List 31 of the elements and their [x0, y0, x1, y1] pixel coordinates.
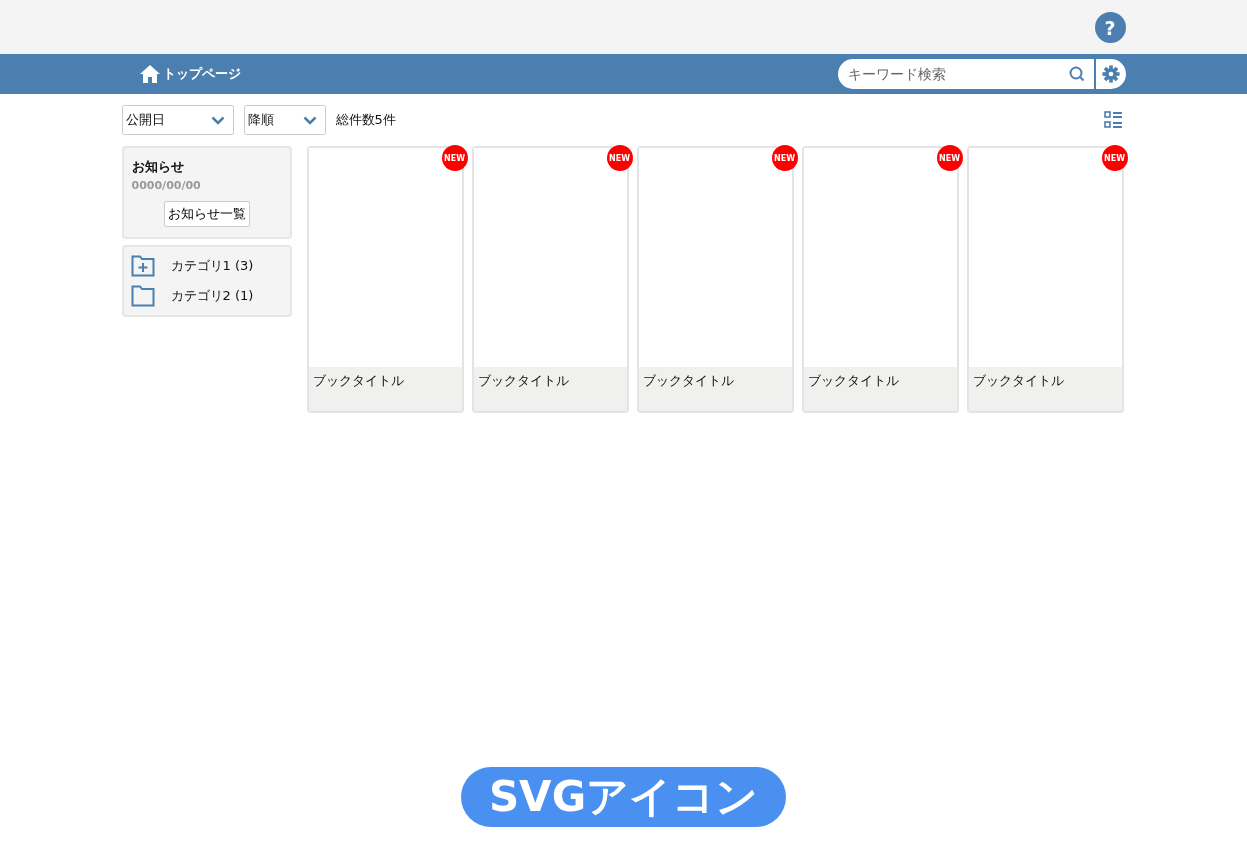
notice-list-button[interactable]: お知らせ一覧 [163, 201, 250, 227]
chevron-icon [302, 115, 317, 125]
new-badge: NEW [606, 145, 633, 171]
new-badge: NEW [1101, 145, 1128, 171]
search-icon[interactable] [1068, 66, 1085, 82]
book-title: ブックタイトル [476, 372, 570, 390]
notice-date: 0000/00/00 [131, 179, 202, 192]
new-badge: NEW [441, 145, 468, 171]
notice-title: お知らせ [131, 158, 185, 176]
folder-icon [130, 285, 155, 307]
help-icon[interactable]: ? [1094, 12, 1126, 43]
new-badge: NEW [771, 145, 798, 171]
book-title: ブックタイトル [971, 372, 1065, 390]
folder-plus-icon[interactable] [130, 255, 155, 277]
chevron-icon [210, 115, 225, 125]
sort-order-dropdown[interactable]: 降順 [243, 105, 326, 135]
home-icon [139, 65, 160, 83]
new-badge: NEW [936, 145, 963, 171]
settings-icon [1101, 65, 1120, 83]
book-title: ブックタイトル [641, 372, 735, 390]
category-link[interactable]: カテゴリ1 (3) [170, 257, 254, 275]
settings-button[interactable] [1095, 59, 1126, 89]
sort-field-dropdown[interactable]: 公開日 [121, 105, 234, 135]
category-link[interactable]: カテゴリ2 (1) [170, 287, 254, 305]
home-link[interactable]: トップページ [139, 65, 241, 83]
search-field[interactable]: キーワード検索 [837, 59, 1094, 89]
list-view-icon[interactable] [1103, 111, 1122, 129]
book-title: ブックタイトル [311, 372, 405, 390]
total-count: 総件数5件 [335, 111, 396, 129]
book-title: ブックタイトル [806, 372, 900, 390]
caption-label: SVGアイコン [460, 767, 787, 827]
